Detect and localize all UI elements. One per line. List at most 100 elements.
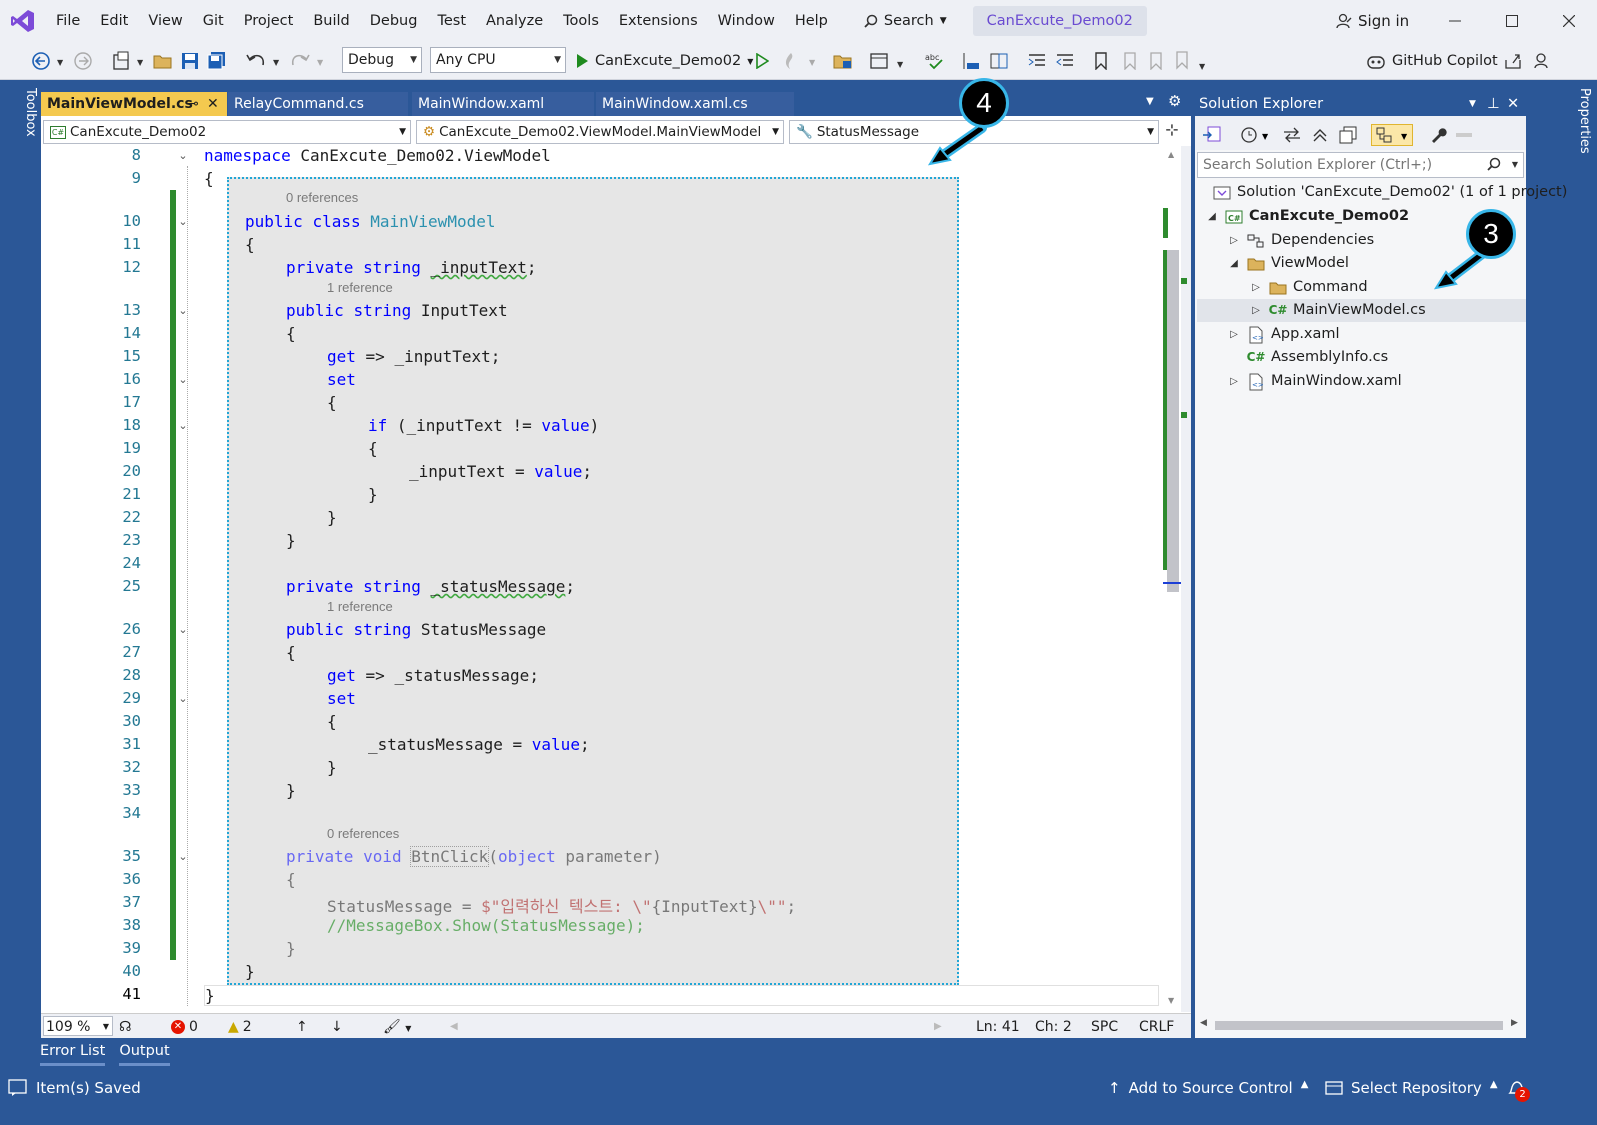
collapse-chevron-icon[interactable]: ⌄ [176, 850, 190, 863]
tree-item-command-folder[interactable]: ▷ Command [1249, 276, 1367, 299]
open-folder-icon[interactable] [152, 50, 174, 72]
menu-window[interactable]: Window [708, 0, 785, 42]
search-button[interactable]: Search ▼ [854, 13, 957, 29]
tree-item-mainwindow-xaml[interactable]: ▷ <> MainWindow.xaml [1227, 370, 1402, 393]
outdent-icon[interactable] [1026, 50, 1048, 72]
navigate-back-icon[interactable]: ▼ [28, 50, 68, 72]
select-repository-button[interactable]: Select Repository ▲ [1325, 1079, 1498, 1097]
intellicode-icon[interactable]: ☊ [119, 1017, 131, 1037]
browse-folder-icon[interactable] [832, 50, 854, 72]
scroll-right-icon[interactable]: ▶ [1511, 1018, 1518, 1028]
solution-configuration-dropdown[interactable]: Debug ▼ [342, 47, 422, 73]
code-lens-references[interactable]: 1 reference [327, 280, 393, 295]
properties-side-tab[interactable]: Properties [1568, 88, 1592, 188]
show-all-files-icon[interactable] [1337, 124, 1359, 146]
errors-indicator[interactable]: ✕ 0 [171, 1017, 198, 1037]
menu-file[interactable]: File [46, 0, 90, 42]
collapsed-triangle-icon[interactable]: ▷ [1249, 276, 1263, 299]
whitespace-indicator[interactable]: SPC [1091, 1017, 1118, 1037]
tree-item-solution[interactable]: Solution 'CanExcute_Demo02' (1 of 1 proj… [1213, 181, 1567, 204]
close-tab-icon[interactable]: ✕ [207, 92, 219, 116]
collapse-all-icon[interactable] [1309, 124, 1331, 146]
save-icon[interactable] [179, 50, 201, 72]
column-indicator[interactable]: Ch: 2 [1035, 1017, 1072, 1037]
collapsed-triangle-icon[interactable]: ▷ [1227, 323, 1241, 346]
close-panel-icon[interactable]: ✕ [1507, 92, 1519, 116]
warnings-indicator[interactable]: ▲ 2 [228, 1017, 252, 1037]
scroll-left-icon[interactable]: ◀ [450, 1017, 458, 1037]
preview-icon[interactable] [1453, 124, 1475, 146]
tree-item-app-xaml[interactable]: ▷ <> App.xaml [1227, 323, 1340, 346]
sync-active-document-icon[interactable] [1281, 124, 1303, 146]
horizontal-scrollbar[interactable]: ◀ ▶ [1197, 1016, 1524, 1034]
scroll-thumb[interactable] [1215, 1021, 1503, 1030]
menu-debug[interactable]: Debug [360, 0, 428, 42]
filter-toggle-icon[interactable]: ▼ [1371, 124, 1413, 146]
spell-check-icon[interactable]: abc [924, 50, 946, 72]
redo-icon[interactable]: ▼ [288, 50, 328, 72]
search-icon[interactable] [1487, 153, 1501, 177]
bookmark-icon[interactable] [1090, 50, 1112, 72]
panel-menu-chevron-icon[interactable]: ▼ [1469, 92, 1476, 116]
scroll-up-icon[interactable]: ▲ [1168, 150, 1174, 159]
collapse-chevron-icon[interactable]: ⌄ [176, 623, 190, 636]
vertical-scrollbar[interactable]: ▲ ▼ [1163, 146, 1181, 1012]
menu-help[interactable]: Help [785, 0, 838, 42]
tab-overflow-chevron-icon[interactable]: ▼ [1146, 96, 1154, 107]
code-cleanup-icon[interactable]: 🖌 ▼ [383, 1017, 411, 1037]
code-lens-references[interactable]: 1 reference [327, 599, 393, 614]
code-lens-references[interactable]: 0 references [327, 826, 399, 841]
start-debugging-button[interactable]: CanExcute_Demo02 ▼ [575, 50, 755, 72]
pin-icon[interactable]: ⊥ [1487, 92, 1500, 116]
collapse-chevron-icon[interactable]: ⌄ [176, 304, 190, 317]
start-without-debugging-icon[interactable] [752, 50, 772, 72]
project-navigation-dropdown[interactable]: C# CanExcute_Demo02 ▼ [43, 120, 411, 144]
line-indicator[interactable]: Ln: 41 [976, 1017, 1020, 1037]
pending-changes-icon[interactable]: ▼ [1239, 124, 1273, 146]
search-options-chevron-icon[interactable]: ▼ [1512, 153, 1518, 177]
expanded-triangle-icon[interactable]: ◢ [1227, 252, 1241, 275]
comment-lines-icon[interactable] [960, 50, 982, 72]
tab-mainwindow-xaml[interactable]: MainWindow.xaml [412, 92, 594, 116]
collapse-chevron-icon[interactable]: ⌄ [176, 373, 190, 386]
collapsed-triangle-icon[interactable]: ▷ [1227, 370, 1241, 393]
code-lens-references[interactable]: 0 references [286, 190, 358, 205]
collapse-chevron-icon[interactable]: ⌄ [176, 419, 190, 432]
tree-item-project[interactable]: ◢ C# CanExcute_Demo02 [1205, 205, 1409, 228]
tree-item-assemblyinfo-cs[interactable]: C# AssemblyInfo.cs [1247, 346, 1389, 369]
previous-bookmark-icon[interactable] [1118, 50, 1140, 72]
menu-analyze[interactable]: Analyze [476, 0, 553, 42]
zoom-dropdown[interactable]: 109 % ▼ [43, 1016, 113, 1036]
menu-tools[interactable]: Tools [553, 0, 609, 42]
pin-icon[interactable]: ⊸ [187, 92, 199, 116]
scroll-down-icon[interactable]: ▼ [1168, 996, 1174, 1005]
collapsed-triangle-icon[interactable]: ▷ [1249, 299, 1263, 322]
menu-test[interactable]: Test [427, 0, 476, 42]
tab-mainviewmodel-cs[interactable]: MainViewModel.cs ⊸ ✕ [41, 92, 227, 116]
split-editor-icon[interactable]: ⊹ [1163, 120, 1181, 144]
menu-view[interactable]: View [138, 0, 192, 42]
solution-explorer-search-input[interactable]: Search Solution Explorer (Ctrl+;) ▼ [1197, 152, 1524, 178]
new-project-icon[interactable]: ▼ [110, 50, 150, 72]
menu-edit[interactable]: Edit [90, 0, 138, 42]
tab-output[interactable]: Output [119, 1043, 170, 1066]
tree-item-mainviewmodel-cs[interactable]: ▷ C# MainViewModel.cs [1197, 299, 1526, 322]
close-window-button[interactable] [1546, 0, 1592, 42]
menu-build[interactable]: Build [303, 0, 359, 42]
switch-views-icon[interactable] [1201, 124, 1223, 146]
expanded-triangle-icon[interactable]: ◢ [1205, 205, 1219, 228]
tab-error-list[interactable]: Error List [40, 1043, 106, 1066]
tree-item-viewmodel-folder[interactable]: ◢ ViewModel [1227, 252, 1349, 275]
layout-icon[interactable]: ▼ [868, 50, 908, 72]
scroll-left-icon[interactable]: ◀ [1200, 1018, 1207, 1028]
tab-mainwindow-xaml-cs[interactable]: MainWindow.xaml.cs [596, 92, 794, 116]
settings-gear-icon[interactable]: ⚙ [1168, 92, 1181, 110]
collapse-chevron-icon[interactable]: ⌄ [176, 215, 190, 228]
share-icon[interactable] [1502, 50, 1524, 72]
github-copilot-button[interactable]: GitHub Copilot [1366, 50, 1506, 72]
save-all-icon[interactable] [206, 50, 228, 72]
tab-relaycommand-cs[interactable]: RelayCommand.cs [228, 92, 408, 116]
collapsed-triangle-icon[interactable]: ▷ [1227, 229, 1241, 252]
properties-wrench-icon[interactable] [1427, 124, 1449, 146]
previous-issue-icon[interactable]: ↑ [296, 1017, 308, 1037]
